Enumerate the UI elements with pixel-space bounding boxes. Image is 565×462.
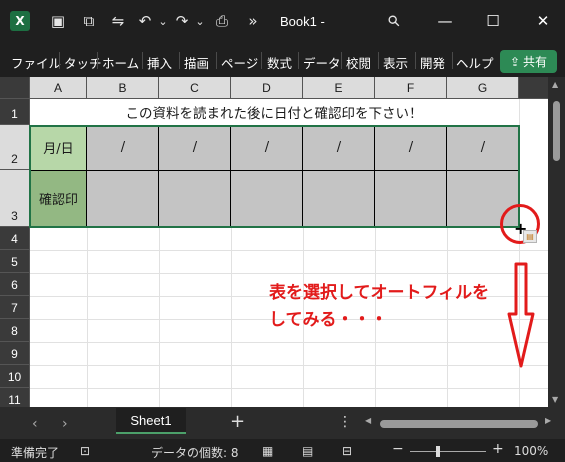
gridline (30, 342, 548, 343)
ribbon-divider (298, 52, 299, 69)
column-header-c[interactable]: C (159, 77, 231, 99)
row-header-9[interactable]: 9 (0, 342, 30, 365)
ribbon-divider (378, 52, 379, 69)
status-count: データの個数: 8 (151, 446, 239, 460)
copy-icon[interactable]: ⧉ (78, 10, 100, 32)
tab-formulas[interactable]: 数式 (267, 53, 292, 72)
down-arrow-icon (507, 262, 535, 368)
status-ready: 準備完了 (11, 446, 60, 460)
gridline (30, 365, 548, 366)
excel-logo-icon: X (10, 11, 30, 31)
horizontal-scroll-thumb[interactable] (380, 420, 538, 428)
column-header-b[interactable]: B (87, 77, 159, 99)
tab-touch[interactable]: タッチ (64, 53, 102, 72)
ribbon-divider (415, 52, 416, 69)
row-header-8[interactable]: 8 (0, 319, 30, 342)
zoom-in-button[interactable]: + (492, 441, 504, 457)
quick-analysis-icon[interactable]: ▤ (523, 230, 537, 243)
maximize-button[interactable]: ☐ (482, 10, 504, 32)
row-header-11[interactable]: 11 (0, 388, 30, 407)
sheet-more-icon[interactable]: ⋮ (338, 414, 352, 430)
share-icon: ⇪ (509, 54, 521, 69)
row-header-5[interactable]: 5 (0, 250, 30, 273)
ribbon-divider (179, 52, 180, 69)
column-header-g[interactable]: G (447, 77, 519, 99)
print-icon[interactable]: ⎙ (211, 10, 233, 32)
gridline (30, 250, 548, 251)
scroll-right-icon[interactable]: ▶ (545, 416, 551, 425)
row-header-4[interactable]: 4 (0, 227, 30, 250)
column-header-a[interactable]: A (30, 77, 87, 99)
tab-draw[interactable]: 描画 (184, 53, 209, 72)
excel-window: X ▣ ⧉ ⇋ ↶ ⌄ ↷ ⌄ ⎙ » Book1 - ⚲ — ☐ ✕ ファイル… (0, 0, 565, 462)
normal-view-icon[interactable]: ▦ (262, 444, 273, 458)
column-header-d[interactable]: D (231, 77, 303, 99)
window-title: Book1 - (280, 14, 325, 29)
sheet-next-icon[interactable]: › (62, 416, 68, 432)
gridline (30, 273, 548, 274)
zoom-level[interactable]: 100% (514, 444, 548, 458)
sheet-tab-sheet1[interactable]: Sheet1 (116, 408, 186, 434)
scroll-down-icon[interactable]: ▼ (552, 395, 558, 404)
tab-home[interactable]: ホーム (102, 53, 139, 72)
scroll-up-icon[interactable]: ▲ (552, 80, 558, 89)
ribbon-divider (59, 52, 60, 69)
add-sheet-button[interactable]: + (230, 411, 245, 432)
tab-developer[interactable]: 開発 (420, 53, 445, 72)
tab-help[interactable]: ヘルプ (456, 53, 494, 72)
row-header-1[interactable]: 1 (0, 99, 30, 125)
close-button[interactable]: ✕ (532, 10, 554, 32)
tab-page[interactable]: ページ (221, 53, 258, 72)
zoom-slider-knob[interactable] (436, 446, 440, 457)
redo-dropdown-icon[interactable]: ⌄ (189, 10, 211, 32)
row-header-3[interactable]: 3 (0, 170, 30, 227)
zoom-out-button[interactable]: − (392, 441, 404, 457)
ribbon-divider (216, 52, 217, 69)
row-header-7[interactable]: 7 (0, 296, 30, 319)
share-label: 共有 (523, 55, 548, 69)
row-header-6[interactable]: 6 (0, 273, 30, 296)
ribbon-divider (97, 52, 98, 69)
minimize-button[interactable]: — (434, 10, 456, 32)
accessibility-icon[interactable]: ⊡ (80, 444, 90, 458)
tab-data[interactable]: データ (303, 53, 341, 72)
ribbon-divider (142, 52, 143, 69)
column-header-h[interactable] (519, 77, 548, 99)
tab-file[interactable]: ファイル (11, 53, 61, 72)
tab-view[interactable]: 表示 (383, 53, 408, 72)
annotation-text: 表を選択してオートフィルを してみる・・・ (269, 280, 489, 334)
zoom-slider-track[interactable] (410, 451, 486, 452)
row-header-10[interactable]: 10 (0, 365, 30, 388)
annotation-line-1: 表を選択してオートフィルを (269, 283, 490, 303)
column-header-f[interactable]: F (375, 77, 447, 99)
title-bar: X ▣ ⧉ ⇋ ↶ ⌄ ↷ ⌄ ⎙ » Book1 - ⚲ — ☐ ✕ (0, 0, 565, 44)
ribbon-tabs: ファイル タッチ ホーム 挿入 描画 ページ 数式 データ 校閲 表示 開発 ヘ… (0, 44, 565, 77)
row-header-2[interactable]: 2 (0, 125, 30, 170)
vertical-scroll-thumb[interactable] (553, 101, 560, 161)
selection-border (29, 125, 520, 228)
tab-insert[interactable]: 挿入 (147, 53, 172, 72)
gridline (30, 388, 548, 389)
scroll-left-icon[interactable]: ◀ (365, 416, 371, 425)
sheet-prev-icon[interactable]: ‹ (32, 416, 38, 432)
share-button[interactable]: ⇪ 共有 (500, 50, 557, 73)
ribbon-divider (341, 52, 342, 69)
save-icon[interactable]: ▣ (47, 10, 69, 32)
column-header-e[interactable]: E (303, 77, 375, 99)
annotation-line-2: してみる・・・ (269, 310, 388, 330)
select-all-corner[interactable] (0, 77, 30, 99)
more-commands-icon[interactable]: » (242, 10, 264, 32)
autosave-icon[interactable]: ⇋ (107, 10, 129, 32)
search-icon[interactable]: ⚲ (378, 5, 409, 36)
worksheet-grid[interactable]: A B C D E F G 1 2 3 4 5 6 7 8 9 10 11 この (0, 77, 548, 407)
page-layout-view-icon[interactable]: ▤ (302, 444, 313, 458)
ribbon-divider (261, 52, 262, 69)
tab-review[interactable]: 校閲 (346, 53, 371, 72)
page-break-view-icon[interactable]: ⊟ (342, 444, 352, 458)
instruction-heading-cell[interactable]: この資料を読まれた後に日付と確認印を下さい！ (30, 99, 518, 125)
ribbon-divider (452, 52, 453, 69)
